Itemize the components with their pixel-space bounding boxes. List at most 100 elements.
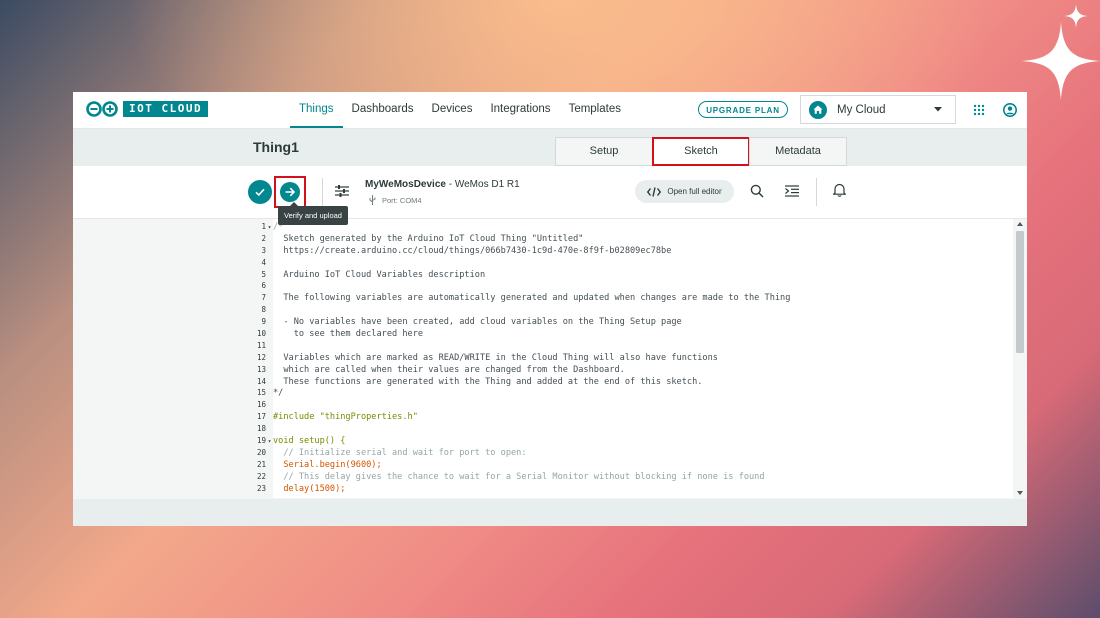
tab-sketch[interactable]: Sketch <box>652 137 750 166</box>
line-number: 13 <box>256 364 266 374</box>
code-line: 11 <box>243 340 1013 352</box>
scroll-down-icon[interactable] <box>1017 491 1023 496</box>
top-navbar: IOT CLOUD Things Dashboards Devices Inte… <box>73 92 1027 129</box>
code-line: 10 to see them declared here <box>243 328 1013 340</box>
main-nav: Things Dashboards Devices Integrations T… <box>290 92 630 128</box>
arrow-right-icon <box>285 187 296 197</box>
line-number: 18 <box>256 424 266 434</box>
sparkle-large-icon <box>1022 22 1100 100</box>
code-brackets-icon <box>647 186 662 197</box>
code-text: https://create.arduino.cc/cloud/things/0… <box>273 245 672 256</box>
nav-things[interactable]: Things <box>290 92 343 128</box>
code-line: 12 Variables which are marked as READ/WR… <box>243 352 1013 364</box>
line-number: 16 <box>256 400 266 410</box>
iot-cloud-window: IOT CLOUD Things Dashboards Devices Inte… <box>73 92 1027 526</box>
indent-icon[interactable] <box>785 185 799 197</box>
toolbar-divider <box>816 178 817 206</box>
nav-dashboards[interactable]: Dashboards <box>343 92 423 128</box>
code-text: to see them declared here <box>273 329 424 340</box>
line-number: 22 <box>256 471 266 481</box>
port-label: Port: COM4 <box>382 195 422 205</box>
upgrade-plan-button[interactable]: UPGRADE PLAN <box>698 101 788 118</box>
device-label: MyWeMosDevice - WeMos D1 R1 <box>365 179 520 190</box>
bell-icon[interactable] <box>833 183 846 197</box>
line-number: 8 <box>261 305 266 315</box>
code-line: 8 <box>243 304 1013 316</box>
code-text: which are called when their values are c… <box>273 364 625 375</box>
toolbar-divider <box>322 178 323 206</box>
code-line: 13 which are called when their values ar… <box>243 364 1013 376</box>
code-text: */ <box>273 388 284 399</box>
thing-tabs: Setup Sketch Metadata <box>555 137 847 166</box>
code-text: - No variables have been created, add cl… <box>273 317 682 328</box>
line-number: 2 <box>261 233 266 243</box>
code-line: 19 ▾ void setup() { <box>243 435 1013 447</box>
code-text: void setup() { <box>273 436 346 447</box>
code-line: 3 https://create.arduino.cc/cloud/things… <box>243 245 1013 257</box>
upload-button[interactable] <box>280 182 300 202</box>
line-number: 12 <box>256 352 266 362</box>
bottom-panel-bar <box>73 499 1027 526</box>
nav-integrations[interactable]: Integrations <box>481 92 559 128</box>
line-number: 3 <box>261 245 266 255</box>
verify-upload-tooltip: Verify and upload <box>278 202 348 225</box>
sliders-icon[interactable] <box>335 185 349 197</box>
code-line: 16 <box>243 399 1013 411</box>
line-number: 17 <box>256 412 266 422</box>
usb-icon <box>369 195 376 205</box>
code-line: 9 - No variables have been created, add … <box>243 316 1013 328</box>
device-name: MyWeMosDevice <box>365 179 446 190</box>
search-icon[interactable] <box>750 184 764 198</box>
code-line: 2 Sketch generated by the Arduino IoT Cl… <box>243 233 1013 245</box>
line-number: 19 <box>256 436 266 446</box>
chevron-down-icon <box>934 107 942 112</box>
code-line: 1 ▾/* <box>243 221 1013 233</box>
code-text: Serial.begin(9600); <box>273 459 382 470</box>
code-editor[interactable]: 1 ▾/* 2 Sketch generated by the Arduino Io… <box>243 219 1027 498</box>
device-board: - WeMos D1 R1 <box>445 179 520 190</box>
open-full-editor-button[interactable]: Open full editor <box>635 180 734 203</box>
code-text: Variables which are marked as READ/WRITE… <box>273 352 718 363</box>
tab-setup[interactable]: Setup <box>555 137 653 166</box>
thing-header: Thing1 Setup Sketch Metadata <box>73 129 1027 166</box>
code-text: These functions are generated with the T… <box>273 376 703 387</box>
apps-grid-icon[interactable] <box>973 104 985 116</box>
user-account-icon[interactable] <box>1003 103 1017 117</box>
tab-metadata[interactable]: Metadata <box>749 137 847 166</box>
cloud-selector-label: My Cloud <box>837 104 886 116</box>
line-number: 5 <box>261 269 266 279</box>
nav-devices[interactable]: Devices <box>423 92 482 128</box>
port-info: Port: COM4 <box>369 195 422 205</box>
line-number: 11 <box>256 340 266 350</box>
code-text: Sketch generated by the Arduino IoT Clou… <box>273 233 584 244</box>
code-line: 4 <box>243 257 1013 269</box>
iot-cloud-logo[interactable]: IOT CLOUD <box>85 101 209 117</box>
line-number: 6 <box>261 281 266 291</box>
cloud-selector[interactable]: My Cloud <box>800 95 956 124</box>
scroll-up-icon[interactable] <box>1017 221 1023 226</box>
code-line: 6 <box>243 280 1013 292</box>
code-text: delay(1500); <box>273 483 346 494</box>
code-text: // Initialize serial and wait for port t… <box>273 447 527 458</box>
open-full-editor-label: Open full editor <box>667 187 722 196</box>
line-number: 15 <box>256 388 266 398</box>
editor-scrollbar[interactable] <box>1013 219 1027 498</box>
line-number: 21 <box>256 459 266 469</box>
code-line: 7 The following variables are automatica… <box>243 292 1013 304</box>
home-icon <box>809 101 827 119</box>
code-text: Arduino IoT Cloud Variables description <box>273 269 486 280</box>
line-number: 1 <box>261 222 266 231</box>
code-line: 22 // This delay gives the chance to wai… <box>243 471 1013 483</box>
scrollbar-thumb[interactable] <box>1016 231 1024 353</box>
line-number: 23 <box>256 483 266 493</box>
code-line: 20 // Initialize serial and wait for por… <box>243 447 1013 459</box>
check-icon <box>255 188 265 197</box>
line-number: 10 <box>256 329 266 339</box>
code-lines: 1 ▾/* 2 Sketch generated by the Arduino Io… <box>243 221 1013 494</box>
code-line: 14 These functions are generated with th… <box>243 376 1013 388</box>
code-text: #include "thingProperties.h" <box>273 412 418 423</box>
logo-text: IOT CLOUD <box>123 101 209 117</box>
nav-templates[interactable]: Templates <box>560 92 630 128</box>
verify-button[interactable] <box>248 180 272 204</box>
code-line: 17 #include "thingProperties.h" <box>243 411 1013 423</box>
